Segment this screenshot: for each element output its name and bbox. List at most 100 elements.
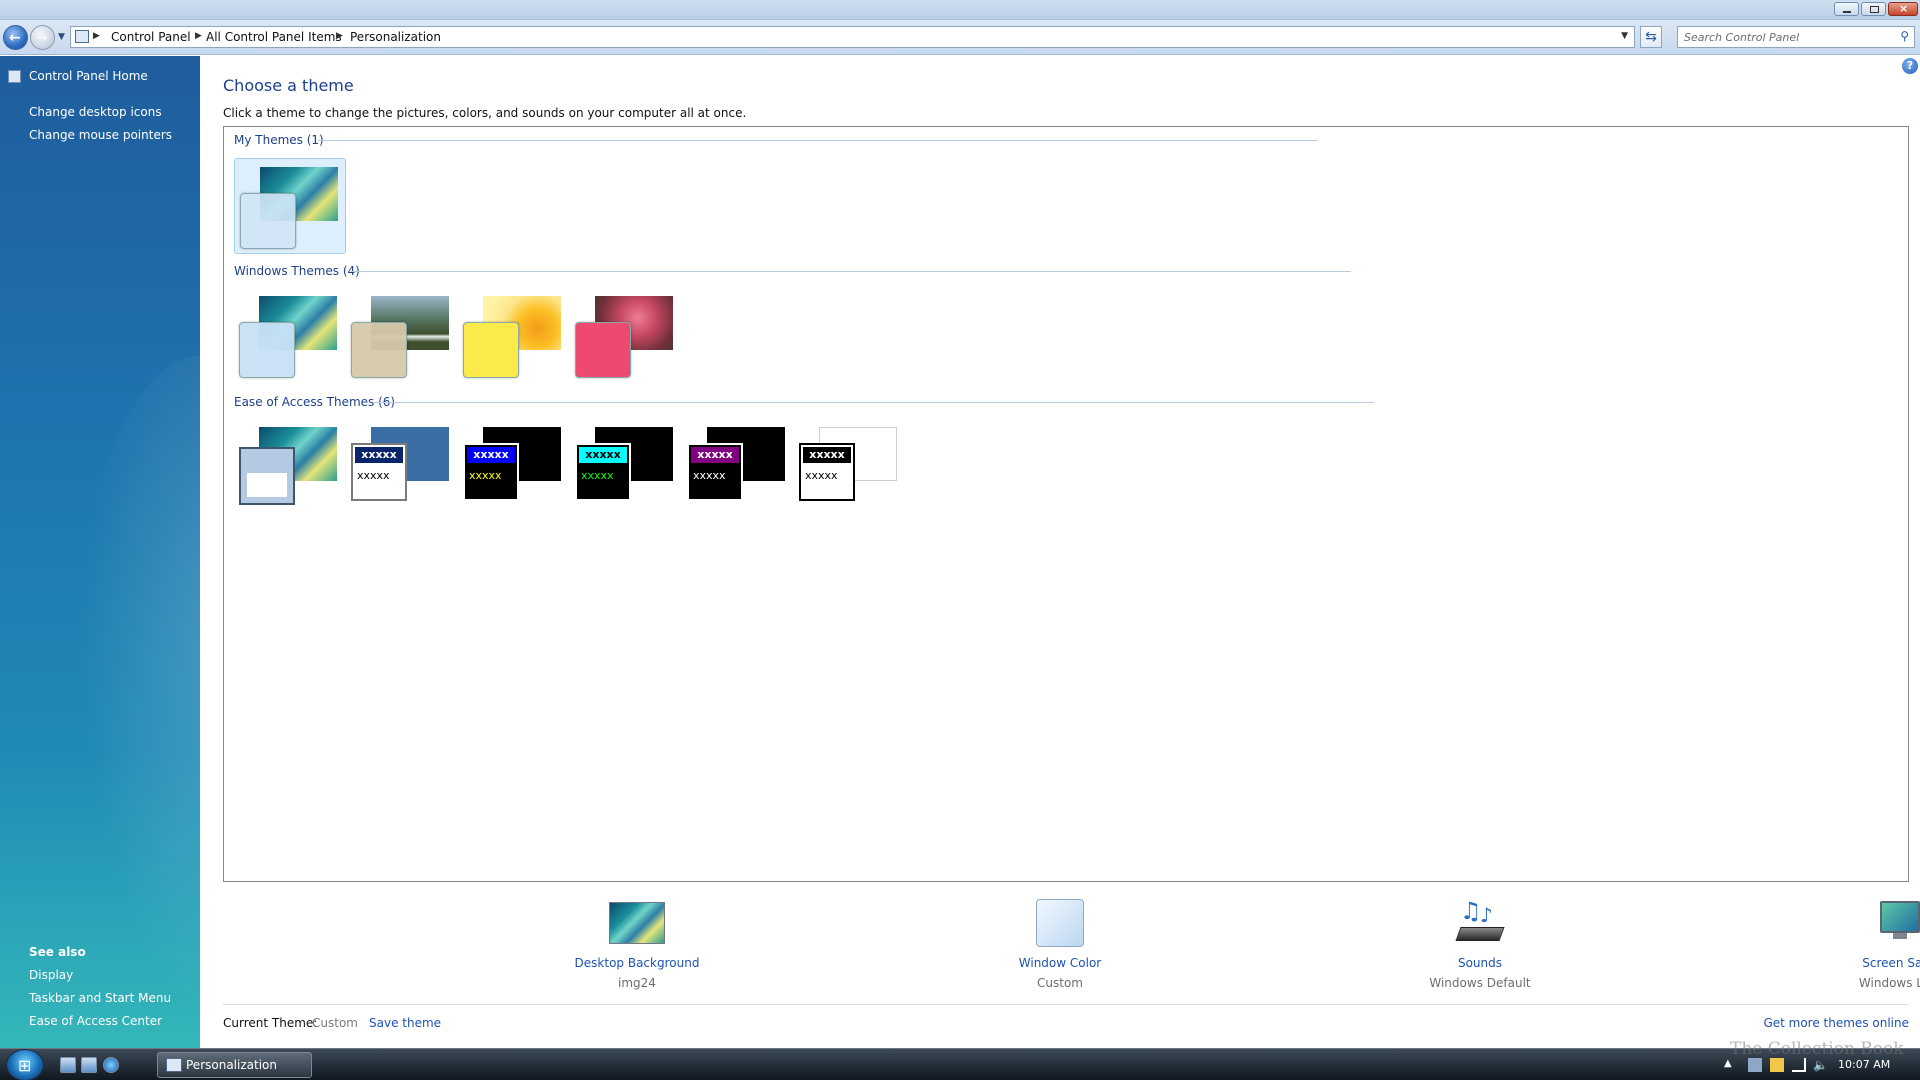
screen-saver-link[interactable]: Screen Saver xyxy=(1802,956,1920,970)
hc-text-sample: xxxxx xyxy=(805,469,838,482)
see-also-ease-of-access[interactable]: Ease of Access Center xyxy=(29,1014,162,1028)
search-icon[interactable]: ⚲ xyxy=(1900,29,1909,43)
show-desktop-icon[interactable] xyxy=(60,1057,76,1073)
minimize-button[interactable] xyxy=(1834,2,1859,16)
title-bar: × xyxy=(0,0,1920,20)
hc-title-sample: xxxxx xyxy=(691,447,739,463)
theme-windows-basic[interactable] xyxy=(234,419,346,515)
address-dropdown-icon[interactable]: ▼ xyxy=(1621,31,1628,41)
group-divider xyxy=(374,402,1374,403)
search-input[interactable] xyxy=(1678,27,1878,47)
hc-title-sample: xxxxx xyxy=(467,447,515,463)
theme-nature[interactable] xyxy=(570,288,682,384)
theme-high-contrast-1[interactable]: xxxxx xxxxx xyxy=(346,419,458,515)
watermark-text: The Collection Book xyxy=(1730,1039,1904,1059)
show-hidden-icons-icon[interactable]: ▲ xyxy=(1724,1058,1738,1072)
theme-window-color-preview xyxy=(463,322,519,378)
theme-high-contrast-purple[interactable]: xxxxx xxxxx xyxy=(682,419,794,515)
help-icon[interactable]: ? xyxy=(1902,58,1918,74)
music-note-icon: ♪ xyxy=(1480,903,1493,927)
theme-light-auras[interactable] xyxy=(458,288,570,384)
forward-arrow-icon: → xyxy=(36,30,48,46)
switch-windows-icon[interactable] xyxy=(81,1057,97,1073)
desktop-background-value: img24 xyxy=(618,976,656,990)
back-button[interactable]: ← xyxy=(3,25,28,50)
taskbar-button-personalization[interactable]: Personalization xyxy=(157,1052,312,1078)
screen-saver-value: Windows Logo xyxy=(1858,976,1920,990)
restore-button[interactable] xyxy=(1861,2,1886,16)
see-also-heading: See also xyxy=(29,945,86,959)
hc-text-sample: xxxxx xyxy=(693,469,726,482)
theme-window-color-preview xyxy=(240,193,296,249)
page-title: Choose a theme xyxy=(223,76,354,95)
forward-button[interactable]: → xyxy=(30,25,55,50)
theme-window-color-preview xyxy=(575,322,631,378)
theme-windows[interactable] xyxy=(234,288,346,384)
search-box: ⚲ xyxy=(1677,26,1915,48)
window-body xyxy=(247,473,287,497)
sounds-icon: ♫ ♪ xyxy=(1454,897,1506,947)
sidebar-item-change-mouse-pointers[interactable]: Change mouse pointers xyxy=(29,128,172,142)
group-divider xyxy=(351,271,1351,272)
close-button[interactable]: × xyxy=(1888,2,1918,16)
theme-window-color-preview xyxy=(239,322,295,378)
signal-strength-icon[interactable] xyxy=(1792,1058,1806,1072)
screen-saver-icon xyxy=(1877,899,1920,947)
window-color-link[interactable]: Window Color xyxy=(960,956,1160,970)
theme-window-color-preview: xxxxx xxxxx xyxy=(463,443,519,501)
personalization-window-icon xyxy=(166,1058,182,1072)
group-divider xyxy=(318,140,1318,141)
get-more-themes-link[interactable]: Get more themes online xyxy=(1763,1016,1909,1030)
recent-pages-dropdown-icon[interactable]: ▼ xyxy=(58,32,65,42)
theme-high-contrast-2[interactable]: xxxxx xxxxx xyxy=(458,419,570,515)
breadcrumb-separator-icon[interactable]: ▶ xyxy=(93,31,100,41)
current-theme-value: Custom xyxy=(312,1016,358,1030)
theme-my-custom[interactable] xyxy=(234,158,346,254)
hc-text-sample: xxxxx xyxy=(581,469,614,482)
window-color-tile[interactable]: Window Color Custom xyxy=(960,899,1160,990)
screen-saver-tile[interactable]: Screen Saver Windows Logo xyxy=(1802,899,1920,990)
network-warning-icon[interactable] xyxy=(1748,1058,1762,1072)
main-content: ? Choose a theme Click a theme to change… xyxy=(200,56,1920,1048)
refresh-icon: ⇆ xyxy=(1645,29,1657,45)
sidebar-item-change-desktop-icons[interactable]: Change desktop icons xyxy=(29,105,162,119)
address-bar[interactable]: ▶ Control Panel ▶ All Control Panel Item… xyxy=(70,26,1635,48)
control-panel-icon xyxy=(75,30,89,43)
hc-text-sample: xxxxx xyxy=(469,469,502,482)
hc-title-sample: xxxxx xyxy=(579,447,627,463)
refresh-button[interactable]: ⇆ xyxy=(1640,26,1662,48)
breadcrumb-separator-icon[interactable]: ▶ xyxy=(336,31,343,41)
theme-high-contrast-black[interactable]: xxxxx xxxxx xyxy=(570,419,682,515)
theme-high-contrast-white[interactable]: xxxxx xxxxx xyxy=(794,419,906,515)
sounds-link[interactable]: Sounds xyxy=(1380,956,1580,970)
theme-landscapes[interactable] xyxy=(346,288,458,384)
hc-title-sample: xxxxx xyxy=(803,447,851,463)
window-color-value: Custom xyxy=(1037,976,1083,990)
see-also-display[interactable]: Display xyxy=(29,968,73,982)
breadcrumb-personalization[interactable]: Personalization xyxy=(350,30,441,44)
clock[interactable]: 10:07 AM xyxy=(1838,1058,1890,1071)
security-alert-icon[interactable] xyxy=(1770,1058,1784,1072)
sounds-tile[interactable]: ♫ ♪ Sounds Windows Default xyxy=(1380,897,1580,990)
desktop-background-tile[interactable]: Desktop Background img24 xyxy=(537,899,737,990)
breadcrumb-control-panel[interactable]: Control Panel xyxy=(111,30,191,44)
footer-divider xyxy=(223,1004,1909,1005)
current-theme-label: Current Theme: xyxy=(223,1016,318,1030)
volume-icon[interactable]: 🔈 xyxy=(1813,1058,1828,1072)
music-note-icon: ♫ xyxy=(1460,897,1482,925)
desktop-background-link[interactable]: Desktop Background xyxy=(537,956,737,970)
start-button[interactable]: ⊞ xyxy=(6,1049,44,1080)
breadcrumb-separator-icon[interactable]: ▶ xyxy=(195,31,202,41)
sidebar-item-control-panel-home[interactable]: Control Panel Home xyxy=(29,69,148,83)
windows-logo-icon: ⊞ xyxy=(18,1056,32,1075)
see-also-taskbar[interactable]: Taskbar and Start Menu xyxy=(29,991,171,1005)
sidebar-swoosh-decoration xyxy=(70,356,200,1048)
theme-window-color-preview: xxxxx xxxxx xyxy=(575,443,631,501)
monitor-stand-icon xyxy=(1893,933,1907,939)
internet-explorer-icon[interactable] xyxy=(103,1057,119,1073)
breadcrumb-all-items[interactable]: All Control Panel Items xyxy=(206,30,342,44)
desktop-background-icon xyxy=(609,902,665,944)
save-theme-link[interactable]: Save theme xyxy=(369,1016,441,1030)
hc-title-sample: xxxxx xyxy=(355,447,403,463)
theme-window-color-preview: xxxxx xxxxx xyxy=(799,443,855,501)
